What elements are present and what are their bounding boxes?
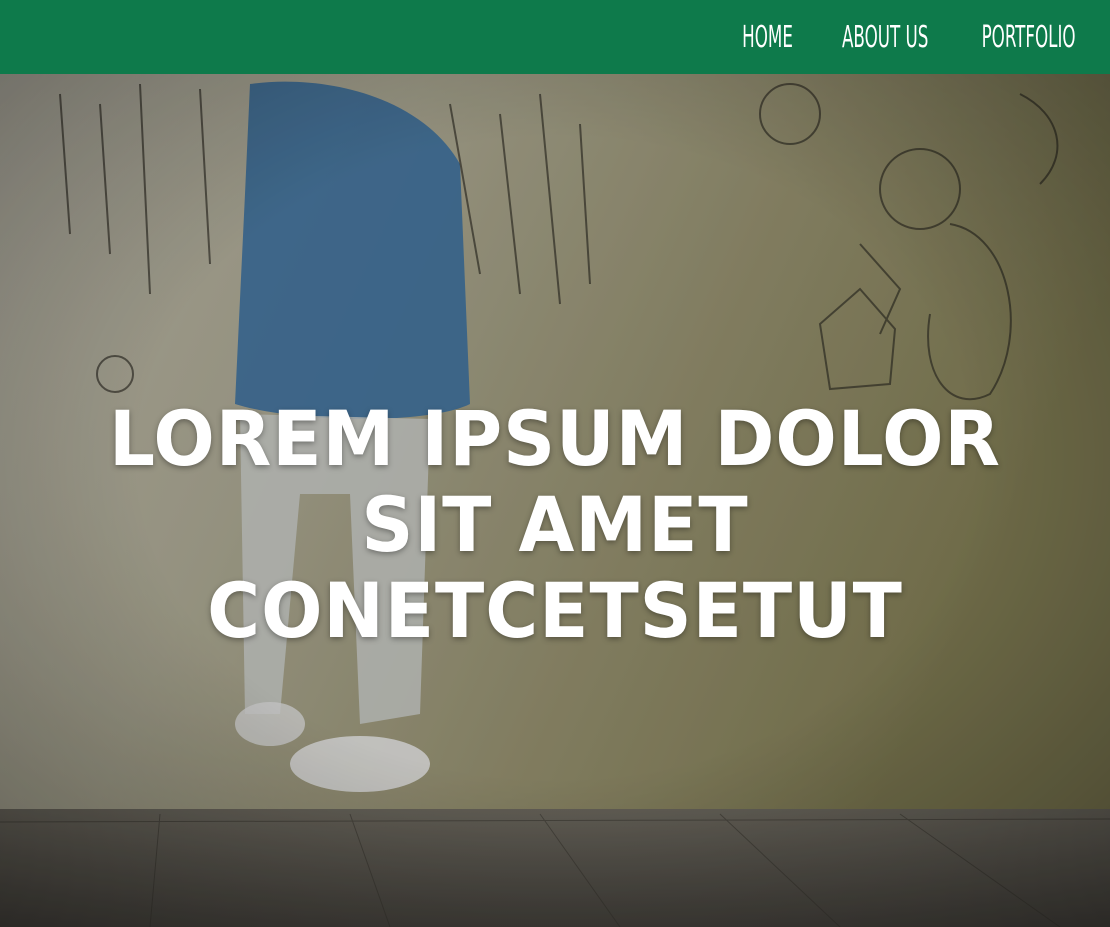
nav-home-link[interactable]: HOME	[742, 20, 793, 55]
main-nav: HOME ABOUT US PORTFOLIO	[711, 0, 1076, 74]
nav-about-us-link[interactable]: ABOUT US	[842, 20, 928, 55]
hero-section: Lorem ipsum dolor sit amet conetcetsetut	[0, 74, 1110, 927]
nav-portfolio-link[interactable]: PORTFOLIO	[982, 20, 1076, 55]
top-navbar: HOME ABOUT US PORTFOLIO	[0, 0, 1110, 74]
hero-title: Lorem ipsum dolor sit amet conetcetsetut	[109, 394, 1001, 655]
